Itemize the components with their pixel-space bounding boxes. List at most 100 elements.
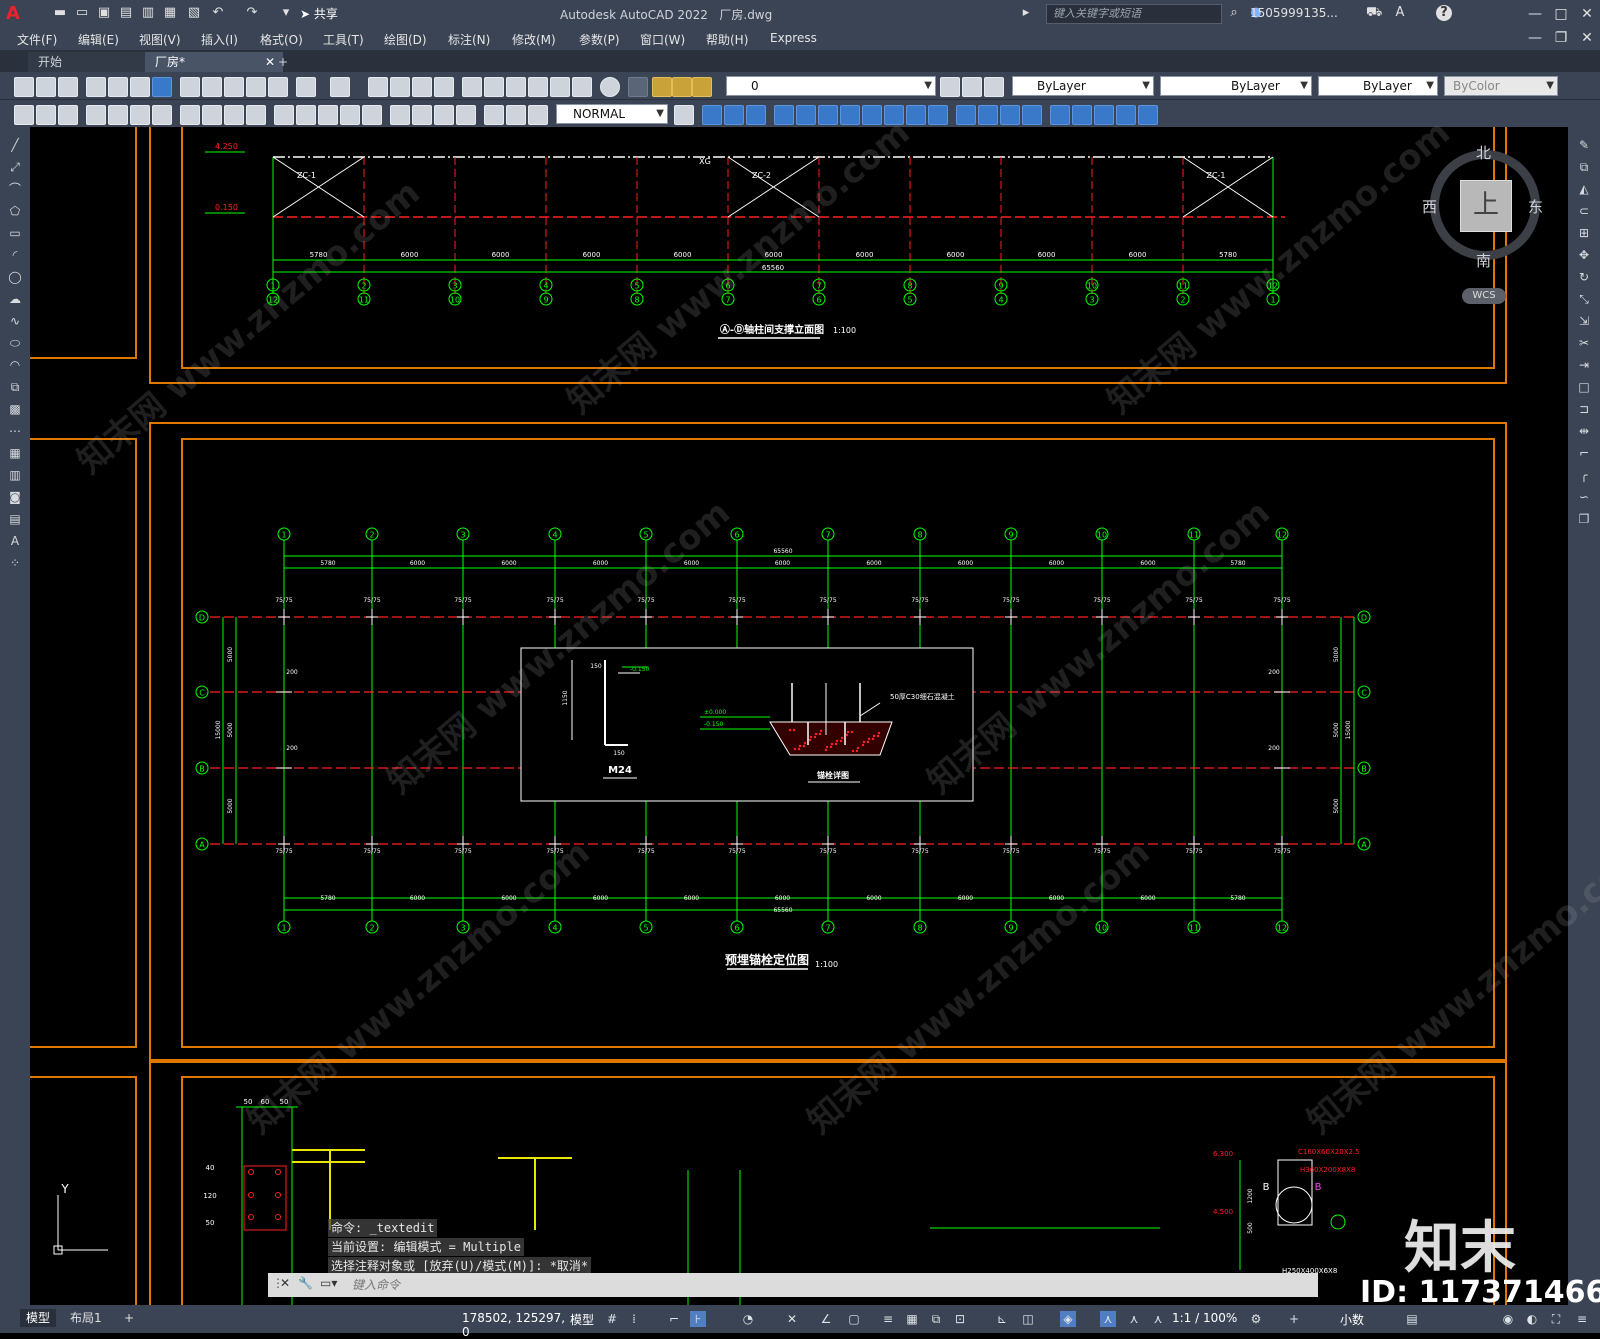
dim-update-icon[interactable] — [456, 105, 476, 125]
menu-tools[interactable]: 工具(T) — [323, 31, 364, 47]
layer-dropdown[interactable]: 0 ▼ — [726, 76, 936, 96]
join-icon[interactable]: ⇹ — [1576, 423, 1592, 439]
array-icon[interactable]: ⊞ — [1576, 225, 1592, 241]
hardware-acceleration-icon[interactable]: ◉ — [1500, 1311, 1516, 1327]
dimstyle-dropdown[interactable]: NORMAL ▼ — [556, 104, 668, 124]
zoom-previous-icon[interactable] — [434, 77, 454, 97]
stretch-icon[interactable]: ⇲ — [1576, 313, 1592, 329]
units-value[interactable]: 小数 — [1340, 1311, 1380, 1327]
save-icon[interactable]: ▣ — [96, 5, 112, 21]
chamfer-icon[interactable]: ⌐ — [1576, 445, 1592, 461]
add-layout-button[interactable]: + — [118, 1309, 140, 1327]
section-plane-icon[interactable] — [1094, 105, 1114, 125]
doc-close-icon[interactable]: ✕ — [1574, 28, 1600, 48]
maximize-icon[interactable]: □ — [1548, 4, 1574, 24]
plot-icon[interactable]: ▧ — [186, 5, 202, 21]
flatshot-icon[interactable] — [1116, 105, 1136, 125]
dim-space-icon[interactable] — [274, 105, 294, 125]
save-web-icon[interactable]: ▦ — [162, 5, 178, 21]
autodesk-app-icon[interactable]: A — [1392, 5, 1408, 21]
dynamic-ucs-icon[interactable]: ⊾ — [994, 1311, 1010, 1327]
annotation-visibility-icon[interactable]: ⋏ — [1100, 1311, 1116, 1327]
infer-constraints-icon[interactable]: ⌐ — [666, 1311, 682, 1327]
make-block-icon[interactable]: ▩ — [7, 401, 23, 417]
autocad-logo-icon[interactable]: A — [6, 4, 26, 24]
selection-filter-icon[interactable]: ◫ — [1020, 1311, 1036, 1327]
dim-diameter-icon[interactable] — [152, 105, 172, 125]
recent-commands-icon[interactable]: ▭▾ — [320, 1276, 337, 1290]
menu-insert[interactable]: 插入(I) — [201, 31, 238, 47]
zoom-realtime-icon[interactable] — [390, 77, 410, 97]
3d-align-icon[interactable] — [1000, 105, 1020, 125]
undo-tb-icon[interactable] — [296, 77, 316, 97]
3d-osnap-icon[interactable]: ⊡ — [952, 1311, 968, 1327]
break-icon[interactable]: ⊐ — [1576, 401, 1592, 417]
model-space-button[interactable]: 模型 — [570, 1311, 600, 1327]
mirror-icon[interactable]: ◭ — [1576, 181, 1592, 197]
layer-on-icon[interactable] — [652, 77, 672, 97]
compass-west[interactable]: 西 — [1422, 196, 1437, 217]
properties-icon[interactable] — [462, 77, 482, 97]
point-icon[interactable]: ⋯ — [7, 423, 23, 439]
tab-file[interactable]: 厂房* ✕ — [145, 52, 283, 72]
redo-icon[interactable]: ↷ — [244, 5, 260, 21]
modeling-box-icon[interactable] — [702, 105, 722, 125]
copy-icon[interactable] — [202, 77, 222, 97]
lineweight-dropdown[interactable]: ByLayer ▼ — [1318, 76, 1438, 96]
compass-east[interactable]: 东 — [1528, 196, 1543, 217]
auto-scale-icon[interactable]: ⋏ — [1126, 1311, 1142, 1327]
menu-draw[interactable]: 绘图(D) — [384, 31, 427, 47]
dim-ordinate-icon[interactable] — [86, 105, 106, 125]
clean-screen-icon[interactable]: ⛶ — [1548, 1311, 1564, 1327]
cart-icon[interactable]: ⛟ — [1366, 5, 1382, 21]
snap-icon[interactable]: ⁞ — [626, 1311, 642, 1327]
help-tb-icon[interactable] — [600, 77, 620, 97]
layer-states-icon[interactable] — [984, 77, 1004, 97]
dim-jogged-icon[interactable] — [130, 105, 150, 125]
inspection-icon[interactable] — [362, 105, 382, 125]
user-name[interactable]: 1505999135... — [1250, 6, 1350, 22]
markup-icon[interactable] — [550, 77, 570, 97]
compass-north[interactable]: 北 — [1476, 142, 1491, 163]
offset-icon[interactable]: ⊂ — [1576, 203, 1592, 219]
thicken-icon[interactable] — [1072, 105, 1092, 125]
block-editor-icon[interactable] — [268, 77, 288, 97]
paste-icon[interactable] — [224, 77, 244, 97]
plotstyle-dropdown[interactable]: ByColor ▼ — [1444, 76, 1558, 96]
trim-icon[interactable]: ✂ — [1576, 335, 1592, 351]
menu-view[interactable]: 视图(V) — [139, 31, 181, 47]
search-icon[interactable]: ⌕ — [1226, 5, 1242, 21]
match-properties-icon[interactable] — [246, 77, 266, 97]
subtract-icon[interactable] — [906, 105, 926, 125]
undo-icon[interactable]: ↶ — [210, 5, 226, 21]
object-snap-icon[interactable]: ▢ — [846, 1311, 862, 1327]
make-current-layer-icon[interactable] — [940, 77, 960, 97]
circle-icon[interactable]: ◯ — [7, 269, 23, 285]
open-web-icon[interactable]: ▥ — [140, 5, 156, 21]
customize-cmd-icon[interactable]: 🔧 — [298, 1276, 313, 1290]
reassociate-icon[interactable] — [528, 105, 548, 125]
help-icon[interactable]: ? — [1436, 5, 1452, 21]
layer-freeze-icon[interactable] — [672, 77, 692, 97]
rectangle-icon[interactable]: ▭ — [7, 225, 23, 241]
erase-icon[interactable]: ✎ — [1576, 137, 1592, 153]
tab-start[interactable]: 开始 — [28, 52, 158, 72]
lineweight-icon[interactable]: ≡ — [880, 1311, 896, 1327]
revcloud-icon[interactable]: ☁ — [7, 291, 23, 307]
menu-parameter[interactable]: 参数(P) — [579, 31, 620, 47]
new-file-icon[interactable]: ▬ — [52, 5, 68, 21]
presspull-icon[interactable] — [796, 105, 816, 125]
solid-edit-icon[interactable] — [1138, 105, 1158, 125]
blend-icon[interactable]: ∽ — [1576, 489, 1592, 505]
sheet-set-icon[interactable] — [528, 77, 548, 97]
share-button[interactable]: ➤ 共享 — [300, 5, 352, 23]
isolate-objects-icon[interactable]: ◐ — [1524, 1311, 1540, 1327]
dim-edit-icon[interactable] — [412, 105, 432, 125]
3d-array-icon[interactable] — [1022, 105, 1042, 125]
menu-express[interactable]: Express — [770, 31, 817, 47]
expand-arrow-icon[interactable]: ▸ — [1018, 5, 1034, 21]
coordinates-readout[interactable]: 178502, 125297, 0 — [462, 1311, 572, 1339]
drawing-canvas[interactable]: ZC-1 ZC-2 ZC-1 XG 4.250 0.150 5780 6000 6000 6000… — [30, 127, 1568, 1305]
break-point-icon[interactable]: □ — [1576, 379, 1592, 395]
close-icon[interactable]: ✕ — [1574, 4, 1600, 24]
